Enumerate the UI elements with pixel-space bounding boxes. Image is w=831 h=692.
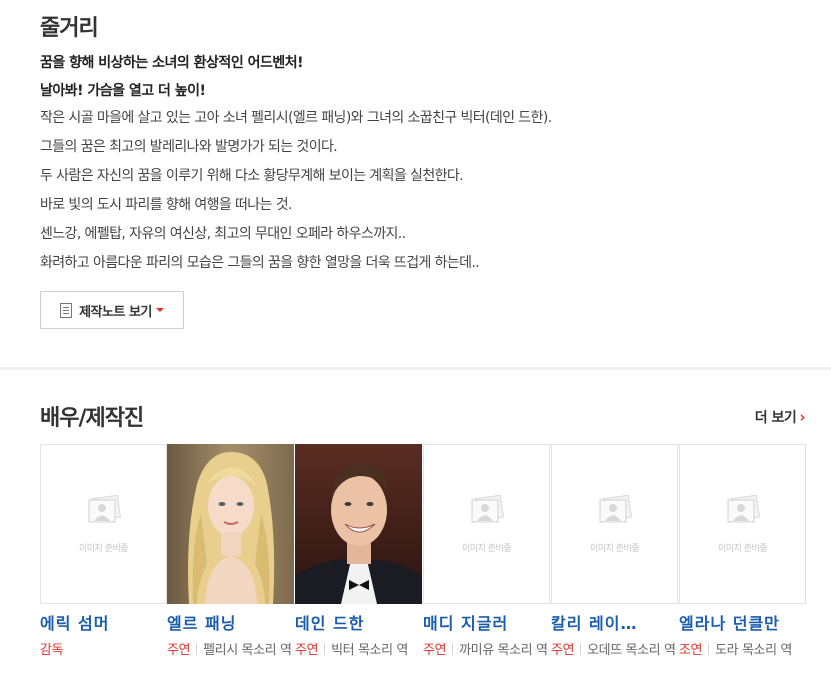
- role-name: 펠리시 목소리 역: [203, 643, 292, 658]
- synopsis-line: 화려하고 아름다운 파리의 모습은 그들의 꿈을 향한 열망을 더욱 뜨겁게 하…: [40, 255, 480, 271]
- role-separator: [196, 643, 198, 655]
- more-link-label: 더 보기: [754, 410, 797, 426]
- placeholder-text: 이미지 준비중: [461, 544, 512, 554]
- image-placeholder-icon: [471, 495, 504, 523]
- synopsis-section-title: 줄거리: [40, 16, 99, 41]
- cast-name[interactable]: 에릭 섬머: [40, 610, 167, 634]
- role-name: 까미유 목소리 역: [459, 643, 548, 658]
- cast-name[interactable]: 매디 지글러: [423, 610, 550, 634]
- synopsis-headline-2: 날아봐! 가슴을 열고 더 높이!: [40, 83, 206, 99]
- image-placeholder-icon: [727, 495, 760, 523]
- role-type: 감독: [40, 643, 64, 658]
- cast-role: 주연 오데뜨 목소리 역: [551, 640, 678, 662]
- placeholder-text: 이미지 준비중: [717, 544, 768, 554]
- cast-card[interactable]: 이미지 준비중 매디 지글러 주연 까미유 목소리 역: [423, 444, 550, 662]
- synopsis-line: 작은 시골 마을에 살고 있는 고아 소녀 펠리시(엘르 패닝)와 그녀의 소꿉…: [40, 110, 552, 126]
- cast-role: 감독: [40, 640, 167, 662]
- cast-section-title: 배우/제작진: [40, 406, 144, 431]
- role-type: 조연: [679, 643, 703, 658]
- cast-card[interactable]: 이미지 준비중 칼리 레이… 주연 오데뜨 목소리 역: [551, 444, 678, 662]
- document-icon: [60, 302, 73, 318]
- cast-card[interactable]: 데인 드한 주연 빅터 목소리 역: [295, 444, 422, 662]
- synopsis-line: 두 사람은 자신의 꿈을 이루기 위해 다소 황당무계해 보이는 계획을 실천한…: [40, 168, 464, 184]
- photo-placeholder[interactable]: 이미지 준비중: [40, 444, 167, 604]
- production-notes-label: 제작노트 보기: [79, 304, 152, 320]
- synopsis-line: 바로 빛의 도시 파리를 향해 여행을 떠나는 것.: [40, 197, 292, 213]
- placeholder-text: 이미지 준비중: [589, 544, 640, 554]
- cast-card[interactable]: 엘르 패닝 주연 펠리시 목소리 역: [167, 444, 294, 662]
- production-notes-button[interactable]: 제작노트 보기: [40, 291, 184, 329]
- role-type: 주연: [423, 643, 447, 658]
- role-separator: [452, 643, 454, 655]
- cast-name[interactable]: 칼리 레이…: [551, 610, 678, 634]
- role-type: 주연: [295, 643, 319, 658]
- photo-placeholder[interactable]: 이미지 준비중: [551, 444, 678, 604]
- image-placeholder-icon: [88, 495, 121, 523]
- more-link[interactable]: 더 보기 ›: [754, 407, 806, 427]
- synopsis-headline-1: 꿈을 향해 비상하는 소녀의 환상적인 어드벤처!: [40, 55, 303, 71]
- cast-card[interactable]: 이미지 준비중 에릭 섬머 감독: [40, 444, 167, 662]
- cast-name[interactable]: 엘라나 던클만: [679, 610, 806, 634]
- cast-name[interactable]: 데인 드한: [295, 610, 422, 634]
- role-type: 주연: [167, 643, 191, 658]
- role-name: 도라 목소리 역: [715, 643, 792, 658]
- blonde-actress-photo: [167, 444, 294, 604]
- placeholder-text: 이미지 준비중: [78, 544, 129, 554]
- role-name: 빅터 목소리 역: [331, 643, 408, 658]
- role-separator: [324, 643, 326, 655]
- photo-placeholder[interactable]: 이미지 준비중: [679, 444, 806, 604]
- synopsis-line: 센느강, 에펠탑, 자유의 여신상, 최고의 무대인 오페라 하우스까지..: [40, 226, 406, 242]
- actor-photo[interactable]: [167, 444, 294, 604]
- role-name: 오데뜨 목소리 역: [587, 643, 676, 658]
- actor-photo[interactable]: [295, 444, 422, 604]
- synopsis-line: 그들의 꿈은 최고의 발레리나와 발명가가 되는 것이다.: [40, 139, 338, 155]
- section-divider: [0, 367, 831, 370]
- cast-name[interactable]: 엘르 패닝: [167, 610, 294, 634]
- photo-placeholder[interactable]: 이미지 준비중: [423, 444, 550, 604]
- role-separator: [708, 643, 710, 655]
- cast-role: 주연 까미유 목소리 역: [423, 640, 550, 662]
- chevron-right-icon: ›: [799, 408, 805, 426]
- cast-role: 주연 펠리시 목소리 역: [167, 640, 294, 662]
- cast-role: 주연 빅터 목소리 역: [295, 640, 422, 662]
- cast-card[interactable]: 이미지 준비중 엘라나 던클만 조연 도라 목소리 역: [679, 444, 806, 662]
- actor-in-tuxedo-photo: [295, 444, 422, 604]
- image-placeholder-icon: [599, 495, 632, 523]
- caret-down-icon: [155, 308, 164, 312]
- role-separator: [580, 643, 582, 655]
- cast-role: 조연 도라 목소리 역: [679, 640, 806, 662]
- role-type: 주연: [551, 643, 575, 658]
